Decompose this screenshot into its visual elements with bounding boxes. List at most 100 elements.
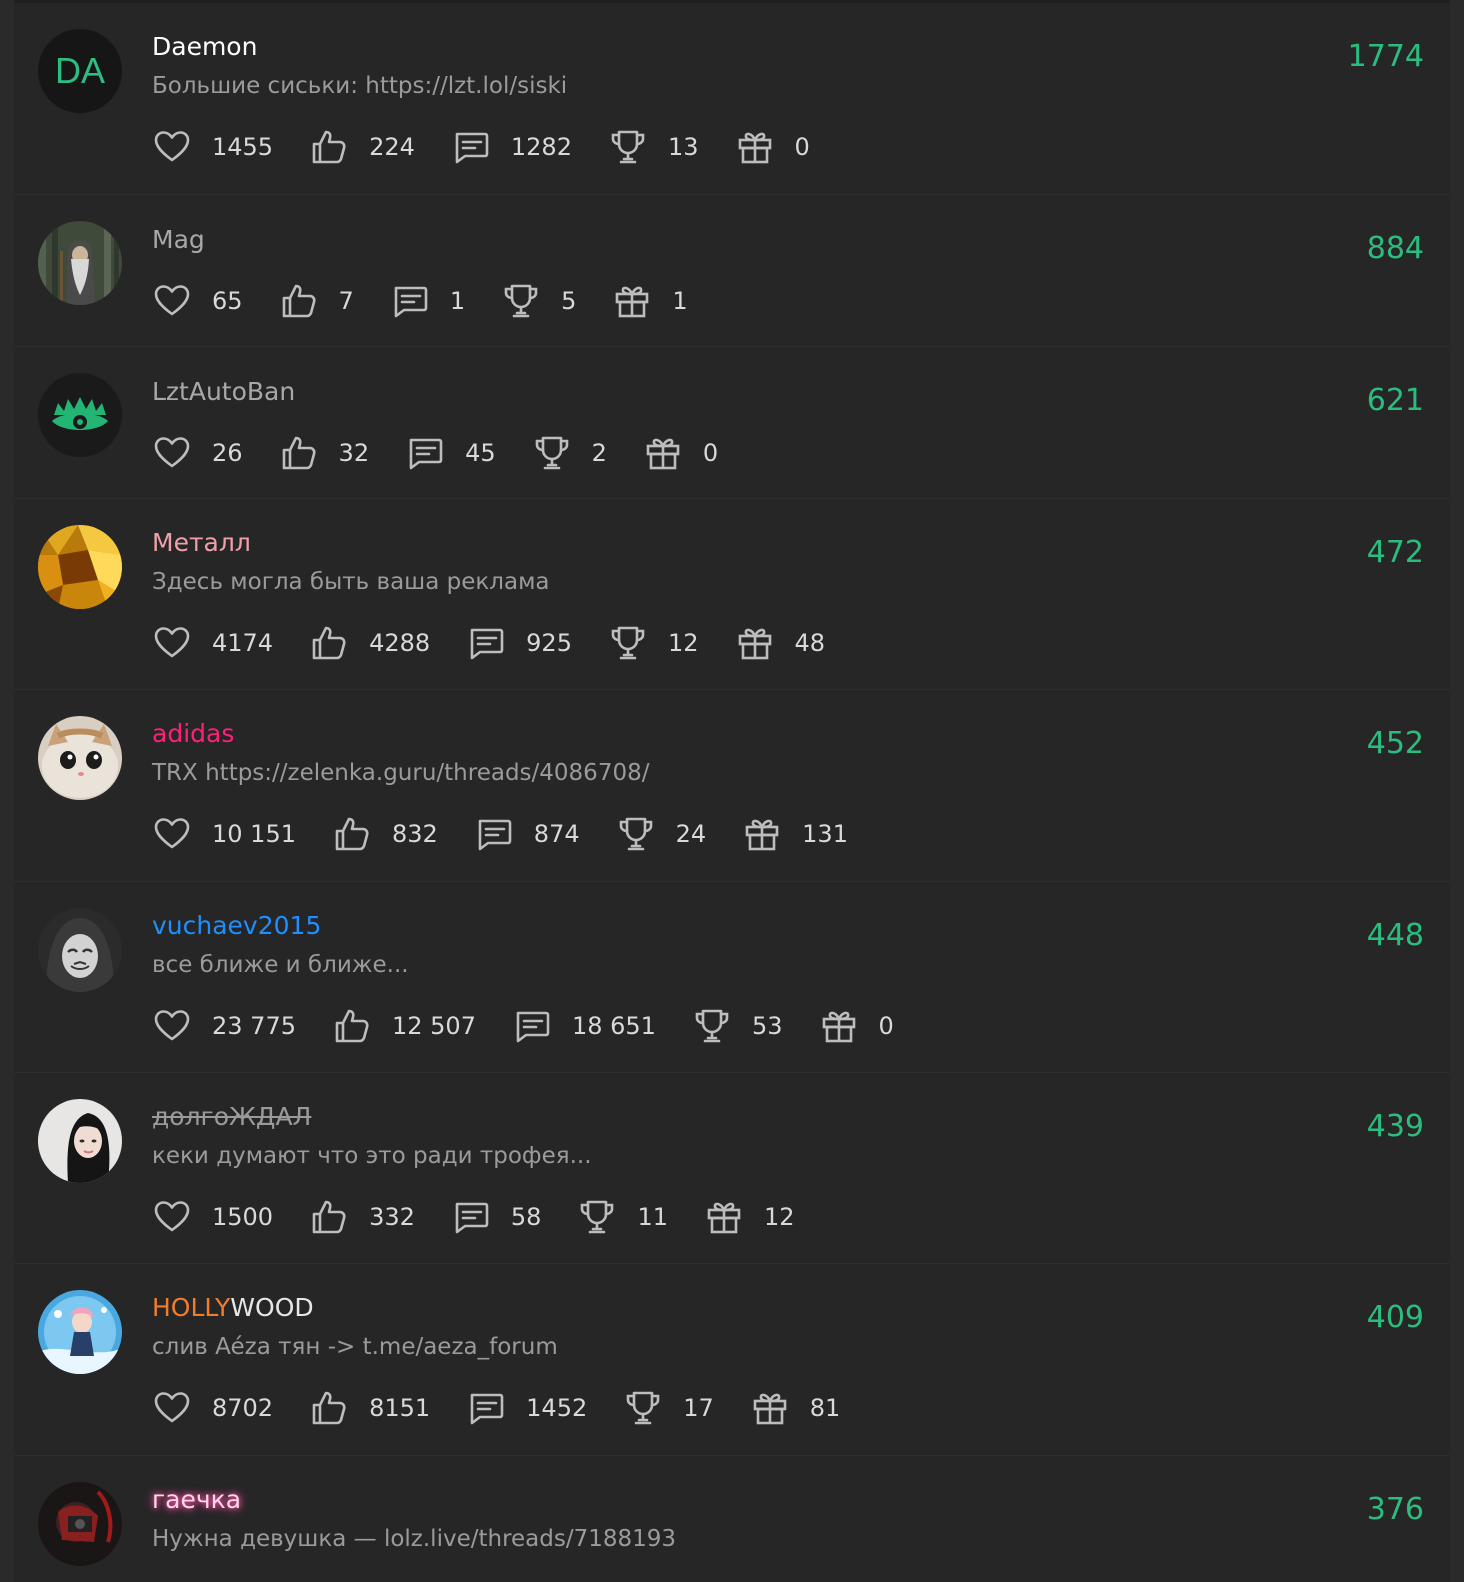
user-status: Здесь могла быть ваша реклама xyxy=(152,569,550,595)
thumbs-up-icon xyxy=(332,814,372,854)
list-item: долгоЖДАЛ кеки думают что это ради трофе… xyxy=(14,1073,1450,1264)
user-status: все ближе и ближе... xyxy=(152,952,409,978)
username[interactable]: долгоЖДАЛ xyxy=(152,1102,311,1131)
likes-count: 65 xyxy=(212,287,243,315)
avatar[interactable] xyxy=(38,1290,122,1374)
list-item: adidas TRX https://zelenka.guru/threads/… xyxy=(14,690,1450,882)
trophy-icon xyxy=(608,127,648,167)
trophies-count: 53 xyxy=(751,1012,783,1040)
trophies-stat: 53 xyxy=(692,1006,783,1046)
list-item: vuchaev2015 все ближе и ближе... 23 775 … xyxy=(14,882,1450,1073)
gifts-stat: 1 xyxy=(612,281,688,321)
avatar[interactable] xyxy=(38,373,122,457)
list-item: LztAutoBan 26 32 45 2 0 621 xyxy=(14,347,1450,499)
thumbs-count: 832 xyxy=(391,820,438,848)
trophies-stat: 13 xyxy=(608,127,699,167)
score: 376 xyxy=(1366,1492,1424,1527)
message-icon xyxy=(466,1388,506,1428)
message-icon xyxy=(390,281,430,321)
likes-stat: 4174 xyxy=(152,623,273,663)
gifts-count: 12 xyxy=(763,1203,795,1231)
avatar[interactable] xyxy=(38,221,122,305)
likes-stat: 23 775 xyxy=(152,1006,296,1046)
user-status: слив Aéza тян -> t.me/aeza_forum xyxy=(152,1334,558,1360)
messages-count: 58 xyxy=(510,1203,542,1231)
thumbs-up-icon xyxy=(309,1197,349,1237)
list-item: DA Daemon Большие сиськи: https://lzt.lo… xyxy=(14,3,1450,195)
avatar[interactable]: DA xyxy=(38,29,122,113)
trophy-icon xyxy=(623,1388,663,1428)
score: 452 xyxy=(1366,726,1424,761)
message-icon xyxy=(512,1006,552,1046)
score: 1774 xyxy=(1347,39,1424,74)
heart-icon xyxy=(152,127,192,167)
messages-count: 1282 xyxy=(510,133,572,161)
user-status: Нужна девушка — lolz.live/threads/718819… xyxy=(152,1526,677,1552)
user-status: кеки думают что это ради трофея... xyxy=(152,1143,592,1169)
username[interactable]: Daemon xyxy=(152,32,257,61)
thumbs-stat: 4288 xyxy=(309,623,430,663)
username[interactable]: гаечка xyxy=(152,1485,241,1514)
username[interactable]: HOLLYWOOD xyxy=(152,1293,314,1322)
heart-icon xyxy=(152,281,192,321)
gift-icon xyxy=(643,433,683,473)
thumbs-count: 4288 xyxy=(369,629,431,657)
stats-bar: 23 775 12 507 18 651 53 0 xyxy=(152,1004,930,1048)
thumbs-count: 332 xyxy=(369,1203,415,1231)
likes-count: 23 775 xyxy=(212,1012,296,1040)
thumbs-stat: 8151 xyxy=(309,1388,430,1428)
messages-stat: 1452 xyxy=(466,1388,587,1428)
trophies-count: 2 xyxy=(591,439,607,467)
gifts-stat: 0 xyxy=(735,127,810,167)
avatar[interactable] xyxy=(38,1099,122,1183)
username[interactable]: Металл xyxy=(152,528,251,557)
username[interactable]: adidas xyxy=(152,719,234,748)
messages-count: 45 xyxy=(465,439,496,467)
stats-bar: 26 32 45 2 0 xyxy=(152,431,754,475)
trophy-icon xyxy=(532,433,572,473)
messages-stat: 58 xyxy=(451,1197,542,1237)
heart-icon xyxy=(152,433,192,473)
likes-stat: 65 xyxy=(152,281,243,321)
trophies-stat: 12 xyxy=(608,623,699,663)
username[interactable]: Mag xyxy=(152,225,205,254)
thumbs-count: 32 xyxy=(338,439,370,467)
likes-stat: 1500 xyxy=(152,1197,273,1237)
list-item: HOLLYWOOD слив Aéza тян -> t.me/aeza_for… xyxy=(14,1264,1450,1456)
avatar[interactable] xyxy=(38,716,122,800)
gifts-stat: 131 xyxy=(742,814,848,854)
list-item: гаечка Нужна девушка — lolz.live/threads… xyxy=(14,1456,1450,1582)
trophies-count: 5 xyxy=(561,287,577,315)
likes-count: 10 151 xyxy=(212,820,296,848)
heart-icon xyxy=(152,623,192,663)
list-item: Mag 65 7 1 5 1 884 xyxy=(14,195,1450,347)
gifts-stat: 0 xyxy=(819,1006,894,1046)
score: 448 xyxy=(1366,918,1424,953)
likes-count: 26 xyxy=(212,439,243,467)
trophies-stat: 5 xyxy=(501,281,576,321)
username[interactable]: LztAutoBan xyxy=(152,377,295,406)
heart-icon xyxy=(152,1197,192,1237)
avatar[interactable] xyxy=(38,1482,122,1566)
gifts-count: 0 xyxy=(878,1012,894,1040)
username-part1: HOLLY xyxy=(152,1293,231,1322)
gifts-stat: 12 xyxy=(704,1197,795,1237)
avatar-initials: DA xyxy=(38,29,122,113)
gifts-count: 1 xyxy=(672,287,688,315)
username[interactable]: vuchaev2015 xyxy=(152,911,321,940)
thumbs-up-icon xyxy=(279,433,319,473)
trophies-stat: 11 xyxy=(577,1197,668,1237)
avatar[interactable] xyxy=(38,908,122,992)
trophies-count: 11 xyxy=(637,1203,668,1231)
heart-icon xyxy=(152,814,192,854)
stats-bar: 1500 332 58 11 12 xyxy=(152,1195,831,1239)
thumbs-stat: 32 xyxy=(279,433,370,473)
gift-icon xyxy=(735,127,775,167)
trophies-count: 12 xyxy=(667,629,699,657)
thumbs-count: 7 xyxy=(338,287,354,315)
heart-icon xyxy=(152,1388,192,1428)
stats-bar: 8702 8151 1452 17 81 xyxy=(152,1386,876,1430)
score: 439 xyxy=(1366,1109,1424,1144)
messages-count: 925 xyxy=(526,629,572,657)
avatar[interactable] xyxy=(38,525,122,609)
